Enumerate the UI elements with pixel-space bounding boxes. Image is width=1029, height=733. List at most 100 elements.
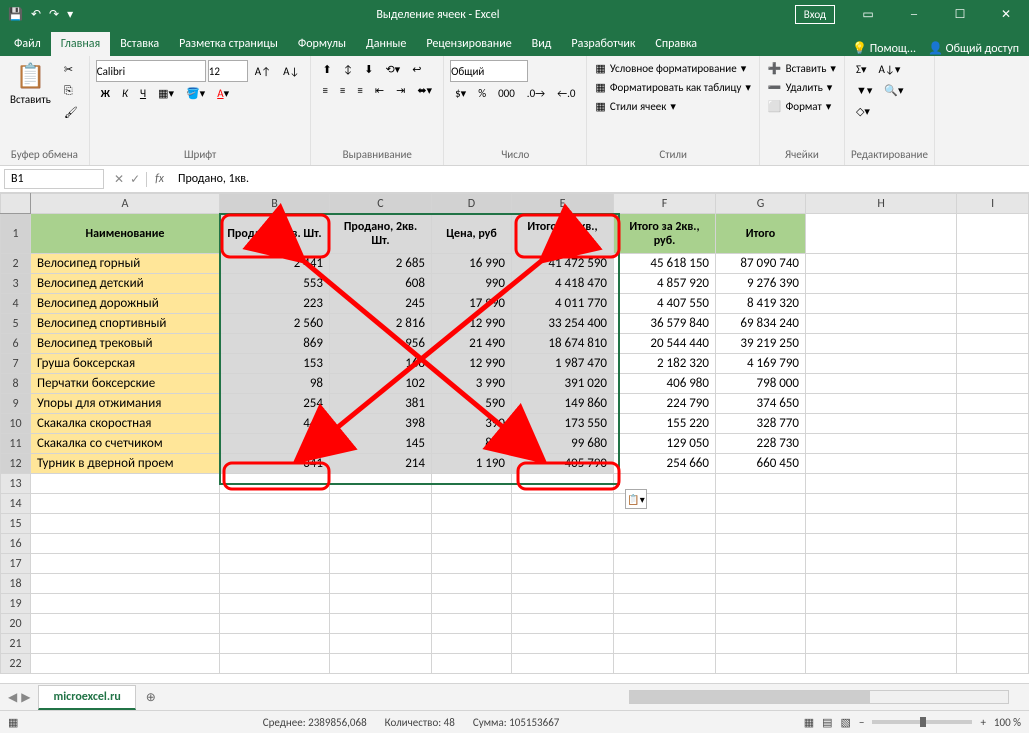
border-icon[interactable]: ▦▾ (153, 84, 179, 103)
increase-font-icon[interactable]: A↑ (250, 62, 276, 81)
percent-icon[interactable]: % (473, 84, 491, 103)
horizontal-scrollbar[interactable] (166, 690, 1029, 704)
group-cells: ➕Вставить▾ ➖Удалить▾ ⬜Формат▾ Ячейки (760, 56, 845, 165)
minimize-button[interactable]: ─ (891, 0, 937, 29)
formula-input[interactable]: Продано, 1кв. (172, 170, 1029, 188)
tab-data[interactable]: Данные (356, 32, 416, 56)
tab-layout[interactable]: Разметка страницы (169, 32, 288, 56)
status-average: Среднее: 2389856,068 (263, 716, 367, 729)
maximize-button[interactable]: ☐ (937, 0, 983, 29)
sort-filter-icon[interactable]: A↓▾ (874, 60, 906, 79)
save-icon[interactable]: 💾 (8, 7, 23, 22)
number-format-combo[interactable] (450, 60, 528, 82)
view-layout-icon[interactable]: ▤ (822, 716, 832, 729)
align-left-icon[interactable]: ≡ (317, 81, 332, 100)
align-bottom-icon[interactable]: ⬇ (359, 60, 378, 79)
view-normal-icon[interactable]: ▦ (804, 716, 814, 729)
red-highlight-e1 (516, 215, 619, 257)
zoom-slider[interactable] (872, 720, 972, 724)
underline-button[interactable]: Ч (135, 84, 151, 103)
cut-icon[interactable]: ✂ (59, 60, 83, 79)
format-icon: ⬜ (768, 100, 782, 113)
format-cells-button[interactable]: ⬜Формат▾ (766, 98, 833, 115)
worksheet-grid[interactable]: ABCDEFGHI1НаименованиеПродано, 1кв. Шт.П… (0, 193, 1029, 683)
font-name-combo[interactable] (96, 60, 206, 82)
tab-review[interactable]: Рецензирование (416, 32, 521, 56)
zoom-in-icon[interactable]: + (980, 716, 985, 729)
share-button[interactable]: 👤 Общий доступ (928, 41, 1019, 56)
tab-insert[interactable]: Вставка (110, 32, 169, 56)
merge-icon[interactable]: ⬌▾ (412, 81, 437, 100)
align-right-icon[interactable]: ≡ (352, 81, 367, 100)
window-title: Выделение ячеек - Excel (81, 8, 795, 22)
find-icon[interactable]: 🔍▾ (879, 81, 908, 100)
clear-icon[interactable]: ◇▾ (851, 102, 875, 121)
conditional-formatting-button[interactable]: ▦Условное форматирование▾ (593, 60, 748, 77)
qat-dropdown-icon[interactable]: ▾ (67, 7, 73, 22)
close-button[interactable]: ✕ (983, 0, 1029, 29)
sheet-nav-next-icon[interactable]: ▶ (21, 690, 30, 705)
table-icon: ▦ (595, 81, 605, 94)
bold-button[interactable]: Ж (96, 84, 115, 103)
cell-styles-button[interactable]: ▦Стили ячеек▾ (593, 98, 677, 115)
fill-icon[interactable]: ▼▾ (851, 81, 877, 100)
font-color-icon[interactable]: A▾ (212, 84, 234, 103)
status-count: Количество: 48 (385, 716, 455, 729)
group-number: $▾ % 000 .0→ ←.0 Число (444, 56, 587, 165)
orientation-icon[interactable]: ⟲▾ (380, 60, 405, 79)
tell-me-icon[interactable]: 💡 Помощ... (852, 41, 916, 56)
ribbon-tabs: Файл Главная Вставка Разметка страницы Ф… (0, 29, 1029, 56)
red-highlight-b12 (224, 463, 329, 489)
zoom-out-icon[interactable]: − (859, 716, 864, 729)
name-box[interactable]: B1 (4, 169, 104, 189)
align-top-icon[interactable]: ⬆ (317, 60, 336, 79)
add-sheet-button[interactable]: ⊕ (136, 690, 166, 705)
align-middle-icon[interactable]: ↕ (339, 60, 358, 79)
cancel-formula-icon[interactable]: ✕ (114, 172, 124, 187)
wrap-text-icon[interactable]: ↩ (407, 60, 426, 79)
font-size-combo[interactable] (208, 60, 248, 82)
tab-developer[interactable]: Разработчик (561, 32, 645, 56)
decrease-font-icon[interactable]: A↓ (278, 62, 304, 81)
group-label: Ячейки (766, 146, 838, 161)
fill-color-icon[interactable]: 🪣▾ (181, 84, 210, 103)
paste-button[interactable]: 📋 Вставить (6, 60, 55, 108)
sheet-nav-prev-icon[interactable]: ◀ (8, 690, 17, 705)
group-label: Буфер обмена (6, 146, 83, 161)
increase-decimal-icon[interactable]: .0→ (522, 84, 550, 103)
decrease-decimal-icon[interactable]: ←.0 (552, 84, 580, 103)
copy-icon[interactable]: ⎘ (59, 81, 83, 101)
indent-decrease-icon[interactable]: ⇤ (370, 81, 389, 100)
zoom-level[interactable]: 100 % (994, 716, 1021, 729)
tab-home[interactable]: Главная (51, 32, 110, 56)
cond-format-icon: ▦ (595, 62, 605, 75)
tab-file[interactable]: Файл (4, 32, 51, 56)
status-sum: Сумма: 105153667 (473, 716, 560, 729)
undo-icon[interactable]: ↶ (31, 7, 41, 22)
italic-button[interactable]: К (117, 84, 133, 103)
fx-icon[interactable]: fx (147, 172, 172, 186)
group-label: Редактирование (851, 146, 928, 161)
tab-formulas[interactable]: Формулы (288, 32, 356, 56)
tab-view[interactable]: Вид (522, 32, 562, 56)
quick-access-toolbar: 💾 ↶ ↷ ▾ (0, 7, 81, 22)
comma-icon[interactable]: 000 (493, 84, 520, 103)
login-button[interactable]: Вход (795, 5, 835, 24)
autosum-icon[interactable]: Σ▾ (851, 60, 872, 79)
insert-cells-button[interactable]: ➕Вставить▾ (766, 60, 838, 77)
currency-icon[interactable]: $▾ (450, 84, 471, 103)
tab-help[interactable]: Справка (645, 32, 707, 56)
cell-mode-icon: ▦ (8, 716, 18, 729)
ribbon: 📋 Вставить ✂ ⎘ 🖌 Буфер обмена A↑ A↓ Ж К … (0, 56, 1029, 166)
view-pagebreak-icon[interactable]: ▧ (841, 716, 851, 729)
enter-formula-icon[interactable]: ✓ (130, 172, 140, 187)
redo-icon[interactable]: ↷ (49, 7, 59, 22)
sheet-tab[interactable]: microexcel.ru (38, 685, 135, 710)
delete-cells-button[interactable]: ➖Удалить▾ (766, 79, 834, 96)
ribbon-options-icon[interactable]: ▭ (845, 0, 891, 29)
align-center-icon[interactable]: ≡ (335, 81, 350, 100)
group-label: Стили (593, 146, 752, 161)
indent-increase-icon[interactable]: ⇥ (391, 81, 410, 100)
format-painter-icon[interactable]: 🖌 (59, 103, 83, 122)
format-as-table-button[interactable]: ▦Форматировать как таблицу▾ (593, 79, 752, 96)
